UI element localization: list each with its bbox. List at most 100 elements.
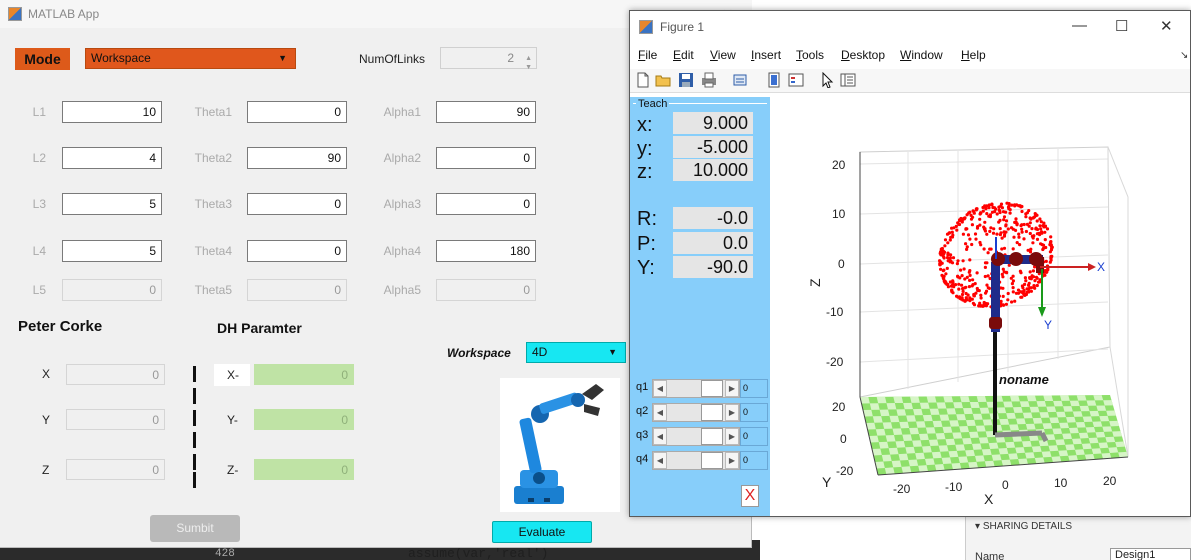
floor-tile bbox=[945, 438, 956, 446]
chevron-left-icon[interactable]: ◀ bbox=[653, 452, 667, 469]
name-input[interactable]: Design1 bbox=[1110, 548, 1191, 560]
workspace-point bbox=[1020, 209, 1024, 214]
menu-item[interactable]: Insert bbox=[751, 48, 781, 62]
link-length-field[interactable]: 0 bbox=[62, 279, 162, 301]
floor-tile bbox=[1066, 416, 1076, 423]
chevron-right-icon[interactable]: ▶ bbox=[725, 380, 739, 397]
menu-item[interactable]: Edit bbox=[673, 48, 694, 62]
submit-button[interactable]: Sumbit bbox=[150, 515, 240, 542]
menu-mnemonic: D bbox=[841, 48, 850, 62]
theta-label: Theta1 bbox=[194, 105, 232, 119]
slider-thumb[interactable] bbox=[701, 452, 723, 469]
workspace-point bbox=[1027, 281, 1031, 285]
link-length-field[interactable]: 10 bbox=[62, 101, 162, 123]
save-icon[interactable] bbox=[678, 72, 694, 88]
theta-field[interactable]: 0 bbox=[247, 279, 347, 301]
open-folder-icon[interactable] bbox=[655, 72, 671, 88]
joint-label: q4 bbox=[636, 453, 649, 465]
pointer-icon[interactable] bbox=[820, 72, 836, 88]
floor-tile bbox=[1088, 437, 1099, 444]
close-icon[interactable]: ✕ bbox=[1160, 17, 1173, 35]
workspace-dropdown[interactable]: 4D ▼ bbox=[526, 342, 626, 363]
menu-item[interactable]: Help bbox=[961, 48, 986, 62]
joint-slider[interactable]: ◀ ▶ bbox=[652, 379, 740, 398]
workspace-point bbox=[968, 273, 972, 277]
new-figure-icon[interactable] bbox=[635, 72, 651, 88]
slider-thumb[interactable] bbox=[701, 404, 723, 421]
pc-y-field[interactable]: 0 bbox=[66, 409, 165, 430]
workspace-point bbox=[945, 266, 949, 270]
floor-tile bbox=[1043, 395, 1054, 402]
teach-close-button[interactable]: X bbox=[741, 485, 759, 507]
legend-icon[interactable] bbox=[788, 72, 804, 88]
workspace-point bbox=[1000, 236, 1004, 240]
alpha-field[interactable]: 0 bbox=[436, 279, 536, 301]
alpha-field[interactable]: 0 bbox=[436, 193, 536, 215]
joint-slider[interactable]: ◀ ▶ bbox=[652, 403, 740, 422]
dh-z-field[interactable]: 0 bbox=[254, 459, 354, 480]
print-icon[interactable] bbox=[701, 72, 717, 88]
chevron-left-icon[interactable]: ◀ bbox=[653, 404, 667, 421]
chevron-left-icon[interactable]: ◀ bbox=[653, 428, 667, 445]
link-plot-icon[interactable] bbox=[732, 72, 748, 88]
sharing-details-header[interactable]: ▾ SHARING DETAILS bbox=[975, 521, 1072, 532]
dock-arrow-icon[interactable]: ↘ bbox=[1180, 50, 1188, 61]
joint-value-field[interactable]: 0 bbox=[740, 427, 768, 446]
spin-down-icon[interactable]: ▼ bbox=[525, 58, 532, 78]
menu-item[interactable]: Window bbox=[900, 48, 943, 62]
dh-x-field[interactable]: 0 bbox=[254, 364, 354, 385]
joint-value-field[interactable]: 0 bbox=[740, 451, 768, 470]
menu-item[interactable]: View bbox=[710, 48, 736, 62]
workspace-point bbox=[975, 271, 979, 275]
link-length-field[interactable]: 5 bbox=[62, 240, 162, 262]
theta-field[interactable]: 0 bbox=[247, 240, 347, 262]
robot-plot[interactable]: 20 10 0 -10 -20 20 0 -20 -20 -10 0 10 20… bbox=[770, 97, 1190, 516]
z-tick: 20 bbox=[832, 158, 846, 172]
chevron-right-icon[interactable]: ▶ bbox=[725, 452, 739, 469]
property-editor-icon[interactable] bbox=[840, 72, 856, 88]
floor-tile bbox=[906, 415, 916, 422]
floor-tile bbox=[975, 425, 986, 432]
evaluate-button[interactable]: Evaluate bbox=[492, 521, 592, 543]
floor-tile bbox=[1041, 451, 1052, 458]
alpha-field[interactable]: 180 bbox=[436, 240, 536, 262]
dh-y-field[interactable]: 0 bbox=[254, 409, 354, 430]
theta-field[interactable]: 0 bbox=[247, 193, 347, 215]
workspace-point bbox=[997, 208, 1001, 212]
joint-slider[interactable]: ◀ ▶ bbox=[652, 427, 740, 446]
workspace-point bbox=[986, 274, 990, 278]
joint-value-field[interactable]: 0 bbox=[740, 403, 768, 422]
floor-tile bbox=[905, 446, 916, 454]
pc-z-field[interactable]: 0 bbox=[66, 459, 165, 480]
menu-item[interactable]: File bbox=[638, 48, 657, 62]
link-length-field[interactable]: 5 bbox=[62, 193, 162, 215]
joint-slider[interactable]: ◀ ▶ bbox=[652, 451, 740, 470]
menu-item[interactable]: Tools bbox=[796, 48, 824, 62]
link-length-label: L2 bbox=[32, 151, 46, 165]
chevron-right-icon[interactable]: ▶ bbox=[725, 404, 739, 421]
pc-x-field[interactable]: 0 bbox=[66, 364, 165, 385]
alpha-field[interactable]: 90 bbox=[436, 101, 536, 123]
chevron-left-icon[interactable]: ◀ bbox=[653, 380, 667, 397]
colorbar-icon[interactable] bbox=[766, 72, 782, 88]
menu-item[interactable]: Desktop bbox=[841, 48, 885, 62]
maximize-icon[interactable]: ☐ bbox=[1115, 17, 1128, 35]
floor-tile bbox=[1108, 447, 1119, 453]
slider-thumb[interactable] bbox=[701, 380, 723, 397]
floor-tile bbox=[1058, 450, 1069, 457]
workspace-point bbox=[1024, 229, 1028, 234]
slider-thumb[interactable] bbox=[701, 428, 723, 445]
joint-value-field[interactable]: 0 bbox=[740, 379, 768, 398]
theta-field[interactable]: 90 bbox=[247, 147, 347, 169]
workspace-point bbox=[1048, 260, 1052, 264]
minimize-icon[interactable]: — bbox=[1072, 17, 1087, 34]
link-length-field[interactable]: 4 bbox=[62, 147, 162, 169]
mode-dropdown[interactable]: Workspace ▼ bbox=[85, 48, 296, 69]
robot-joint bbox=[1009, 252, 1023, 266]
teach-pitch-value: 0.0 bbox=[673, 232, 753, 254]
alpha-field[interactable]: 0 bbox=[436, 147, 536, 169]
numlinks-spinner[interactable]: 2 ▲ ▼ bbox=[440, 47, 537, 71]
theta-field[interactable]: 0 bbox=[247, 101, 347, 123]
chevron-right-icon[interactable]: ▶ bbox=[725, 428, 739, 445]
floor-tile bbox=[1003, 401, 1013, 408]
